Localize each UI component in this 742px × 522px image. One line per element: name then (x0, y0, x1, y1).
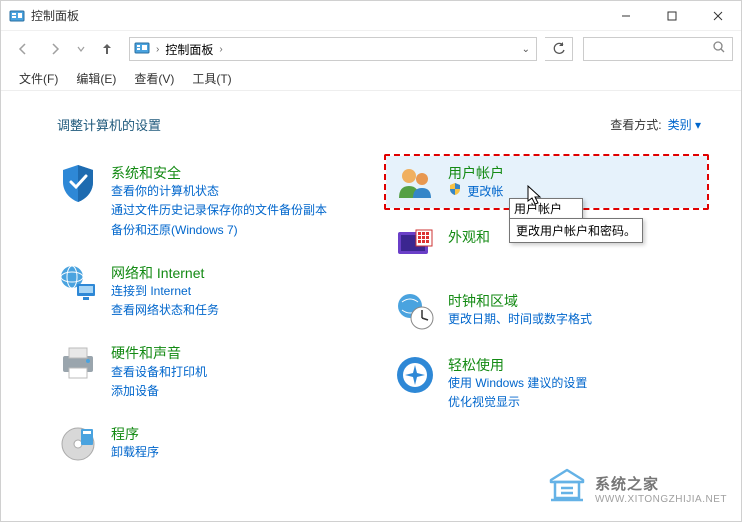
category-title[interactable]: 网络和 Internet (111, 264, 219, 282)
nav-bar: › 控制面板 › ⌄ (1, 31, 741, 67)
minimize-button[interactable] (603, 1, 649, 31)
menu-tools[interactable]: 工具(T) (184, 68, 239, 89)
view-by: 查看方式: 类别 ▾ (610, 116, 701, 133)
link-view-computer-status[interactable]: 查看你的计算机状态 (111, 182, 327, 201)
breadcrumb-control-panel[interactable]: 控制面板 (165, 41, 213, 58)
programs-disc-icon (57, 423, 99, 465)
address-bar[interactable]: › 控制面板 › ⌄ (129, 37, 537, 61)
link-add-device[interactable]: 添加设备 (111, 382, 207, 401)
link-backup-restore-win7[interactable]: 备份和还原(Windows 7) (111, 221, 327, 240)
menu-file[interactable]: 文件(F) (11, 68, 66, 89)
link-file-history-backup[interactable]: 通过文件历史记录保存你的文件备份副本 (111, 201, 327, 220)
view-by-dropdown[interactable]: 类别 ▾ (668, 116, 701, 133)
search-icon (712, 40, 726, 59)
category-programs[interactable]: 程序 卸载程序 (57, 423, 364, 465)
tooltip-body: 更改用户帐户和密码。 (509, 218, 643, 243)
category-clock-region[interactable]: 时钟和区域 更改日期、时间或数字格式 (394, 290, 701, 332)
view-by-label: 查看方式: (610, 116, 661, 133)
content-area: 调整计算机的设置 查看方式: 类别 ▾ 系统和安全 查看你的计算机状态 通过文件… (1, 91, 741, 487)
title-bar: 控制面板 (1, 1, 741, 31)
shield-icon (57, 162, 99, 204)
cursor-icon (524, 184, 544, 213)
category-title[interactable]: 硬件和声音 (111, 344, 207, 362)
watermark: 系统之家 WWW.XITONGZHIJIA.NET (547, 468, 727, 509)
chevron-right-icon: › (156, 44, 159, 55)
up-button[interactable] (93, 35, 121, 63)
forward-button[interactable] (41, 35, 69, 63)
category-title[interactable]: 用户帐户 (448, 164, 527, 182)
watermark-url: WWW.XITONGZHIJIA.NET (595, 494, 727, 505)
category-network-internet[interactable]: 网络和 Internet 连接到 Internet 查看网络状态和任务 (57, 262, 364, 321)
category-ease-of-access[interactable]: 轻松使用 使用 Windows 建议的设置 优化视觉显示 (394, 354, 701, 413)
search-input[interactable] (583, 37, 733, 61)
watermark-logo-icon (547, 468, 587, 509)
category-title[interactable]: 程序 (111, 425, 159, 443)
left-column: 系统和安全 查看你的计算机状态 通过文件历史记录保存你的文件备份副本 备份和还原… (57, 162, 364, 487)
tooltip-title: 用户帐户 (509, 198, 583, 219)
menu-bar: 文件(F) 编辑(E) 查看(V) 工具(T) (1, 67, 741, 91)
menu-view[interactable]: 查看(V) (126, 68, 182, 89)
link-network-status[interactable]: 查看网络状态和任务 (111, 301, 219, 320)
uac-shield-icon (448, 182, 462, 202)
category-system-security[interactable]: 系统和安全 查看你的计算机状态 通过文件历史记录保存你的文件备份副本 备份和还原… (57, 162, 364, 240)
clock-globe-icon (394, 290, 436, 332)
category-title[interactable]: 外观和化 (448, 228, 504, 246)
right-column: 用户帐户 更改帐类型 用户帐户 更改用户帐户和密码。 (394, 162, 701, 487)
link-optimize-visual[interactable]: 优化视觉显示 (448, 393, 587, 412)
chevron-right-icon: › (219, 44, 222, 55)
window-title: 控制面板 (31, 7, 603, 24)
link-devices-printers[interactable]: 查看设备和打印机 (111, 363, 207, 382)
link-windows-suggested[interactable]: 使用 Windows 建议的设置 (448, 374, 587, 393)
refresh-button[interactable] (545, 37, 573, 61)
user-accounts-icon (394, 162, 436, 204)
ease-of-access-icon (394, 354, 436, 396)
back-button[interactable] (9, 35, 37, 63)
close-button[interactable] (695, 1, 741, 31)
page-heading: 调整计算机的设置 (57, 115, 161, 134)
watermark-text: 系统之家 (595, 473, 727, 494)
link-change-date-time[interactable]: 更改日期、时间或数字格式 (448, 310, 592, 329)
appearance-icon (394, 226, 436, 268)
maximize-button[interactable] (649, 1, 695, 31)
link-uninstall-program[interactable]: 卸载程序 (111, 443, 159, 462)
globe-network-icon (57, 262, 99, 304)
control-panel-icon (9, 8, 25, 24)
category-title[interactable]: 轻松使用 (448, 356, 587, 374)
recent-dropdown-button[interactable] (73, 35, 89, 63)
menu-edit[interactable]: 编辑(E) (68, 68, 124, 89)
address-dropdown-icon[interactable]: ⌄ (522, 44, 532, 55)
category-hardware-sound[interactable]: 硬件和声音 查看设备和打印机 添加设备 (57, 342, 364, 401)
control-panel-small-icon (134, 40, 150, 59)
printer-icon (57, 342, 99, 384)
category-title[interactable]: 系统和安全 (111, 164, 327, 182)
category-title[interactable]: 时钟和区域 (448, 292, 592, 310)
link-connect-internet[interactable]: 连接到 Internet (111, 282, 219, 301)
category-user-accounts[interactable]: 用户帐户 更改帐类型 用户帐户 更改用户帐户和密码。 (394, 162, 701, 204)
